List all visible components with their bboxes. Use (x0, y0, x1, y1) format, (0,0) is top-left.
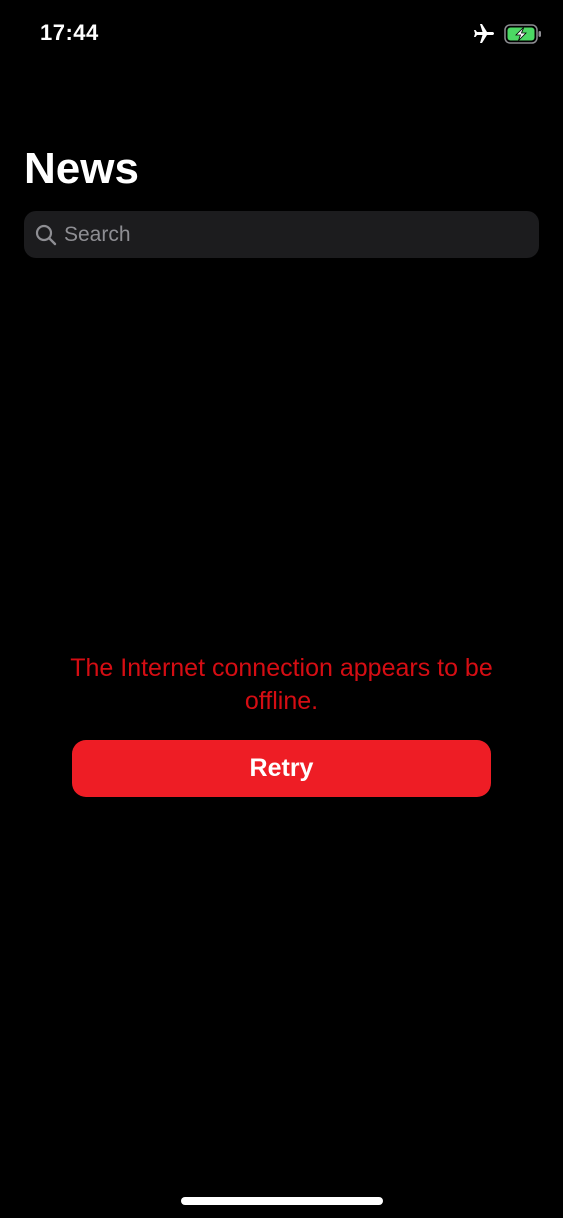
retry-button[interactable]: Retry (72, 740, 491, 797)
error-message: The Internet connection appears to be of… (70, 654, 493, 715)
status-bar: 17:44 (0, 0, 563, 70)
airplane-icon (472, 22, 496, 46)
battery-charging-icon (504, 24, 542, 44)
page-title: News (24, 144, 139, 193)
home-indicator[interactable] (181, 1197, 383, 1205)
search-icon (34, 223, 58, 247)
status-time: 17:44 (40, 20, 99, 45)
search-bar[interactable] (24, 211, 539, 258)
search-input[interactable] (64, 211, 524, 258)
